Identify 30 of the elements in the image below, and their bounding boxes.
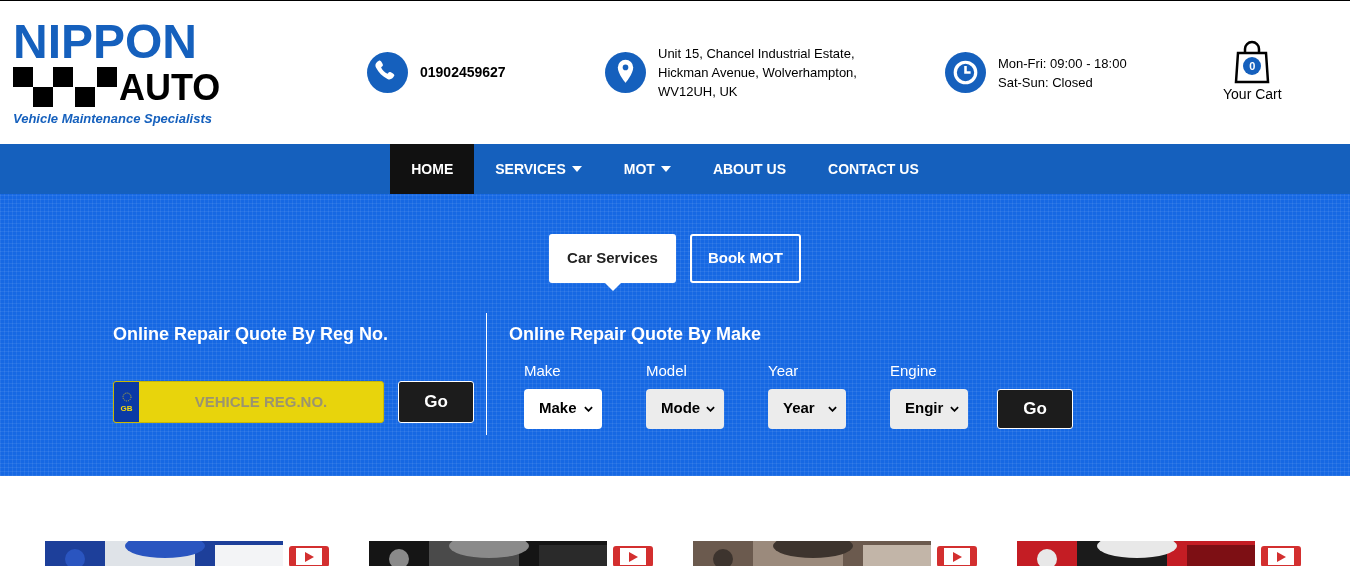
contact-text: Unit 15, Chancel Industrial Estate, <box>658 45 856 63</box>
field-label: Make <box>524 361 562 381</box>
nav-item[interactable]: HOME <box>390 144 475 194</box>
contact-text: WV12UH, UK <box>658 83 739 101</box>
field-label: Year <box>768 361 800 381</box>
contact-text: Mon-Fri: 09:00 - 18:00 <box>998 54 1127 73</box>
section-title: Online Repair Quote By Make <box>509 323 763 346</box>
cart-button[interactable]: 0 Your Cart <box>1223 40 1282 105</box>
phone-number: 01902459627 <box>420 63 506 82</box>
contact-text: Hickman Avenue, Wolverhampton, <box>658 64 857 82</box>
nav-item[interactable]: ABOUT US <box>691 144 807 194</box>
nav-item[interactable]: MOT <box>602 144 692 194</box>
go-button[interactable]: Go <box>997 388 1073 429</box>
logo-word: AUTO <box>119 68 221 107</box>
contact-text: Sat-Sun: Closed <box>998 73 1094 92</box>
reg-plate-field[interactable]: GB VEHICLE REG.NO. <box>113 381 384 423</box>
section-title: Online Repair Quote By Reg No. <box>113 323 390 346</box>
go-button[interactable]: Go <box>398 381 474 423</box>
reg-number-field[interactable]: VEHICLE REG.NO. <box>139 382 383 422</box>
cart-count: 0 <box>1243 57 1262 75</box>
field-label: Engine <box>890 361 938 381</box>
nav-item[interactable]: CONTACT US <box>807 144 940 194</box>
select-field[interactable]: Make <box>524 388 602 429</box>
country-code: GB <box>120 403 133 413</box>
logo-name: NIPPON <box>13 16 199 67</box>
field-label: Model <box>646 361 688 381</box>
tab[interactable]: Car Services <box>549 234 676 283</box>
logo-tagline: Vehicle Maintenance Specialists <box>13 109 213 128</box>
tab[interactable]: Book MOT <box>689 234 801 283</box>
nav-item[interactable]: SERVICES <box>474 144 603 194</box>
